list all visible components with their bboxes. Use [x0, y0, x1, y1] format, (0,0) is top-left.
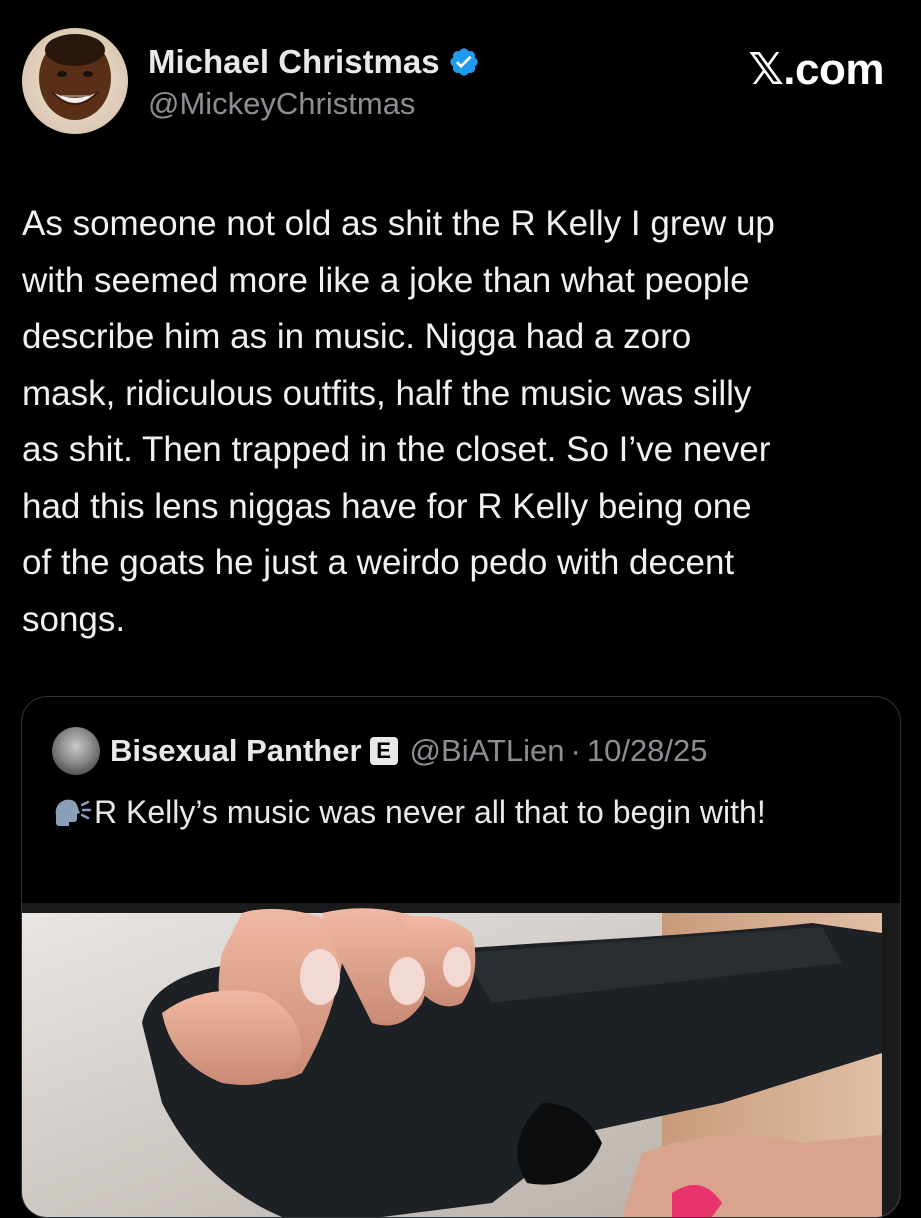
- tweet-header: Michael Christmas @MickeyChristmas 𝕏.com: [22, 24, 898, 142]
- separator-dot: ·: [570, 733, 581, 768]
- photo-icon: [22, 903, 900, 1217]
- author-handle[interactable]: @MickeyChristmas: [148, 84, 480, 124]
- avatar-face-icon: [22, 28, 128, 134]
- quoted-tweet-date[interactable]: 10/28/25: [587, 733, 708, 769]
- display-name-row: Michael Christmas: [148, 42, 480, 82]
- author-avatar[interactable]: [22, 28, 128, 134]
- post-text: As someone not old as shit the R Kelly I…: [22, 204, 775, 639]
- quoted-author-display-name[interactable]: Bisexual Panther: [110, 733, 362, 769]
- author-display-name[interactable]: Michael Christmas: [148, 42, 440, 82]
- quoted-tweet-text-block: R Kelly’s music was never all that to be…: [52, 789, 852, 835]
- speaking-head-icon: [55, 799, 92, 826]
- quoted-tweet-text: R Kelly’s music was never all that to be…: [94, 794, 766, 830]
- author-block: Michael Christmas @MickeyChristmas: [148, 42, 480, 124]
- quoted-author-handle[interactable]: @BiATLien: [410, 733, 565, 769]
- quoted-tweet-media[interactable]: [22, 903, 900, 1217]
- quoted-tweet-card[interactable]: Bisexual Panther E @BiATLien · 10/28/25 …: [21, 696, 901, 1218]
- quoted-tweet-header: Bisexual Panther E @BiATLien · 10/28/25: [52, 727, 708, 775]
- x-logo: 𝕏.com: [748, 45, 884, 94]
- e-badge-icon: E: [369, 737, 398, 765]
- verified-badge-icon[interactable]: [448, 46, 480, 78]
- quoted-author-avatar[interactable]: [52, 727, 100, 775]
